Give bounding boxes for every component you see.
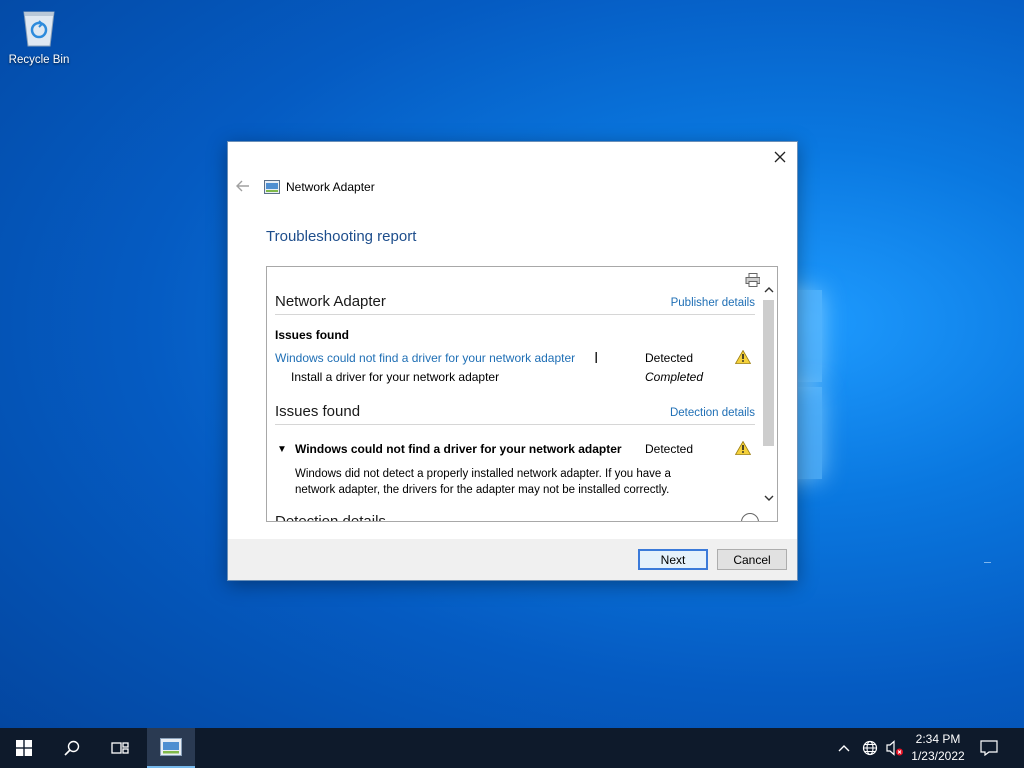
issue-link[interactable]: Windows could not find a driver for your… (275, 351, 575, 365)
network-adapter-app-icon (160, 738, 182, 756)
network-globe-icon (862, 740, 878, 756)
next-button[interactable]: Next (638, 549, 708, 570)
windows-logo-icon (16, 740, 32, 756)
collapse-toggle[interactable]: ▼ (277, 444, 287, 455)
app-title: Network Adapter (286, 180, 375, 194)
printer-icon[interactable] (745, 273, 761, 287)
desktop-mark (984, 562, 991, 563)
taskbar: 2:34 PM 1/23/2022 (0, 728, 1024, 768)
back-arrow-icon (236, 180, 249, 192)
scroll-down-icon[interactable] (760, 489, 777, 506)
dialog-footer: Next Cancel (228, 539, 797, 580)
detection-details-link[interactable]: Detection details (670, 407, 755, 419)
notification-center-button[interactable] (980, 728, 1004, 768)
scroll-thumb[interactable] (763, 300, 774, 446)
issue-description: Windows did not detect a properly instal… (295, 468, 671, 496)
detection-details-title: Detection details (275, 513, 386, 522)
dialog-header: Network Adapter (236, 178, 375, 196)
warning-icon (734, 440, 752, 455)
scroll-up-icon[interactable] (760, 281, 777, 298)
taskbar-clock[interactable]: 2:34 PM 1/23/2022 (900, 731, 976, 765)
start-button[interactable] (0, 728, 48, 768)
task-view-button[interactable] (96, 728, 144, 768)
show-hidden-icons-button[interactable] (838, 728, 856, 768)
chevron-up-icon (838, 745, 850, 752)
fix-status: Completed (645, 370, 704, 384)
fix-label: Install a driver for your network adapte… (291, 370, 500, 384)
text-cursor-icon: I (594, 350, 599, 367)
close-button[interactable] (769, 146, 791, 168)
issues-found-label: Issues found (275, 328, 350, 342)
expand-icon[interactable] (741, 513, 759, 521)
network-tray-button[interactable] (862, 728, 882, 768)
issue-status: Detected (645, 351, 694, 365)
back-button[interactable] (236, 179, 258, 195)
recycle-bin-label: Recycle Bin (8, 54, 70, 66)
task-view-icon (111, 742, 129, 754)
report-panel: Network Adapter Publisher details Issues… (266, 266, 778, 522)
adapter-section-header: Network Adapter Publisher details (275, 291, 755, 315)
issue-detail-status: Detected (645, 442, 694, 456)
search-button[interactable] (48, 728, 96, 768)
troubleshooter-dialog: Network Adapter Troubleshooting report N… (227, 141, 798, 581)
search-icon (64, 740, 80, 756)
publisher-details-link[interactable]: Publisher details (671, 297, 755, 309)
report-scrollbar[interactable] (760, 267, 777, 521)
issues-section-header: Issues found Detection details (275, 401, 755, 425)
adapter-section-title: Network Adapter (275, 293, 386, 310)
issues-section-title: Issues found (275, 403, 361, 420)
recycle-bin-icon (20, 6, 58, 48)
notification-icon (980, 740, 998, 756)
clock-time: 2:34 PM (915, 732, 961, 746)
network-adapter-icon (264, 180, 280, 194)
report-title: Troubleshooting report (266, 228, 417, 245)
close-icon (774, 151, 786, 163)
cancel-button[interactable]: Cancel (717, 549, 787, 570)
recycle-bin-shortcut[interactable]: Recycle Bin (6, 6, 72, 78)
taskbar-troubleshooter-app[interactable] (147, 728, 195, 768)
issue-detail-title: Windows could not find a driver for your… (295, 442, 622, 456)
warning-icon (734, 349, 752, 364)
clock-date: 1/23/2022 (911, 749, 965, 763)
